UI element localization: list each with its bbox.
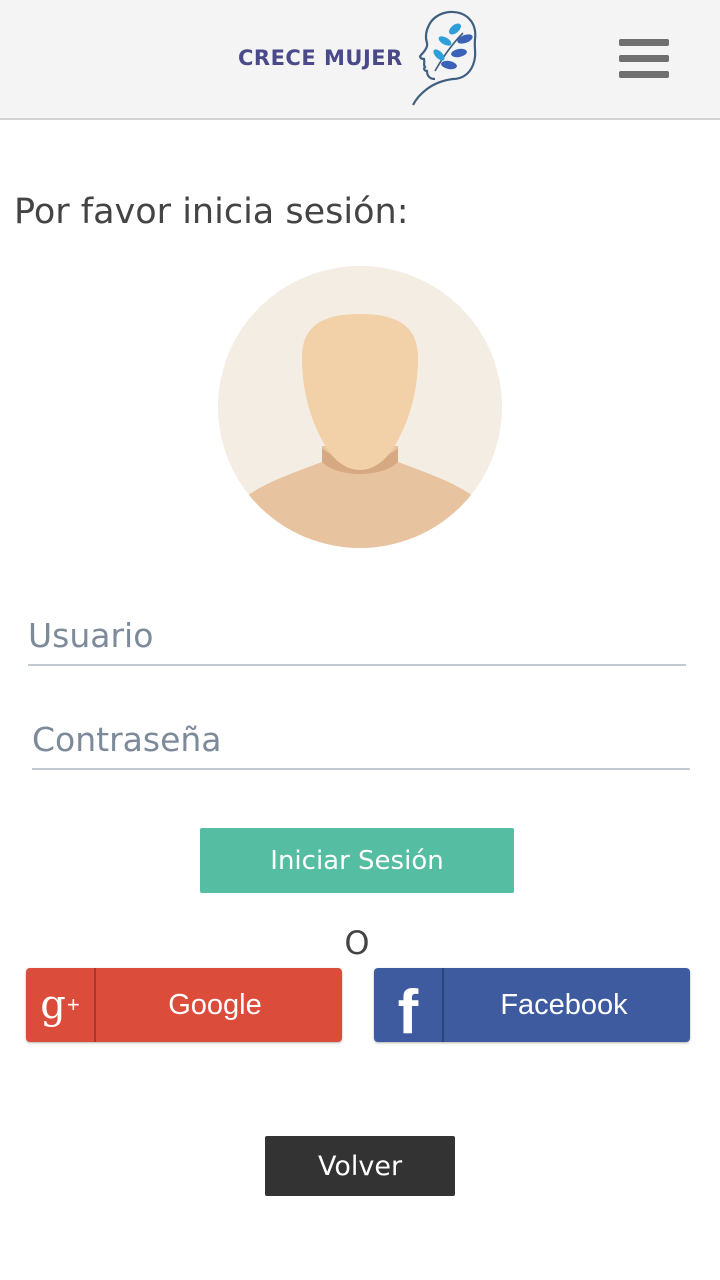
woman-profile-leaves-icon: [411, 10, 477, 106]
login-prompt: Por favor inicia sesión:: [14, 192, 409, 232]
google-plus-icon: g +: [26, 968, 96, 1042]
user-avatar-placeholder-icon: [218, 266, 502, 548]
menu-bar: [619, 71, 669, 78]
username-field[interactable]: [28, 606, 686, 666]
facebook-login-button[interactable]: f Facebook: [374, 968, 690, 1042]
password-field[interactable]: [32, 710, 690, 770]
facebook-label: Facebook: [500, 988, 628, 1021]
menu-bar: [619, 39, 669, 46]
hamburger-menu-icon[interactable]: [612, 36, 676, 84]
menu-bar: [619, 55, 669, 62]
brand-name: CRECE MUJER: [238, 46, 403, 70]
app-header: CRECE MUJER: [0, 0, 720, 120]
facebook-icon: f: [374, 968, 444, 1042]
brand-logo-link[interactable]: CRECE MUJER: [238, 8, 481, 108]
back-button[interactable]: Volver: [265, 1136, 455, 1196]
google-label: Google: [168, 988, 262, 1021]
login-button[interactable]: Iniciar Sesión: [200, 828, 514, 893]
google-login-button[interactable]: g + Google: [26, 968, 342, 1042]
or-separator: O: [344, 924, 370, 962]
